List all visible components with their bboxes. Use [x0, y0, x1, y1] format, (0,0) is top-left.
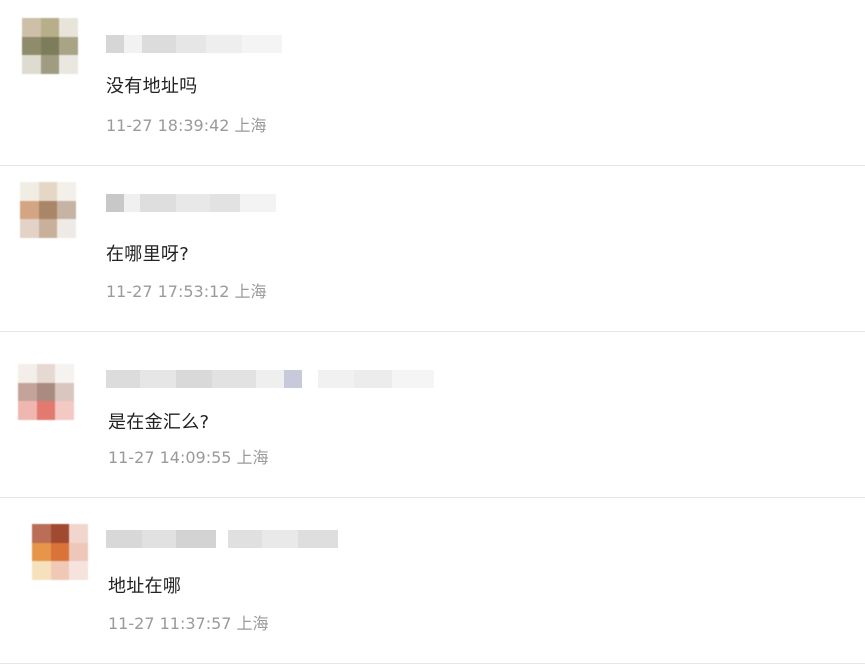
comment-location: 上海 [236, 614, 269, 633]
comment-text: 地址在哪 [108, 576, 182, 597]
username-blurred[interactable] [106, 530, 338, 548]
comment-item: 地址在哪 11-27 11:37:57 上海 [0, 498, 865, 664]
comment-meta: 11-27 14:09:55 上海 [108, 444, 269, 468]
comment-text: 是在金汇么? [108, 412, 210, 433]
comment-location: 上海 [234, 116, 267, 135]
avatar[interactable] [18, 364, 74, 420]
comment-item: 是在金汇么? 11-27 14:09:55 上海 [0, 332, 865, 498]
avatar[interactable] [22, 18, 78, 74]
username-blurred[interactable] [106, 370, 434, 388]
comment-time: 11-27 18:39:42 [106, 116, 230, 135]
comment-location: 上海 [234, 282, 267, 301]
comment-meta: 11-27 18:39:42 上海 [106, 112, 267, 136]
comment-time: 11-27 14:09:55 [108, 448, 232, 467]
comment-list: 没有地址吗 11-27 18:39:42 上海 在哪里呀? 11-27 17:5… [0, 0, 865, 667]
comment-time: 11-27 11:37:57 [108, 614, 232, 633]
avatar[interactable] [20, 182, 76, 238]
comment-location: 上海 [236, 448, 269, 467]
avatar[interactable] [32, 524, 88, 580]
comment-time: 11-27 17:53:12 [106, 282, 230, 301]
comment-item: 没有地址吗 11-27 18:39:42 上海 [0, 0, 865, 166]
comment-text: 没有地址吗 [106, 76, 198, 97]
username-blurred[interactable] [106, 35, 282, 53]
comment-meta: 11-27 17:53:12 上海 [106, 278, 267, 302]
comment-text: 在哪里呀? [106, 244, 190, 265]
comment-meta: 11-27 11:37:57 上海 [108, 610, 269, 634]
username-blurred[interactable] [106, 194, 276, 212]
comment-item: 在哪里呀? 11-27 17:53:12 上海 [0, 166, 865, 332]
